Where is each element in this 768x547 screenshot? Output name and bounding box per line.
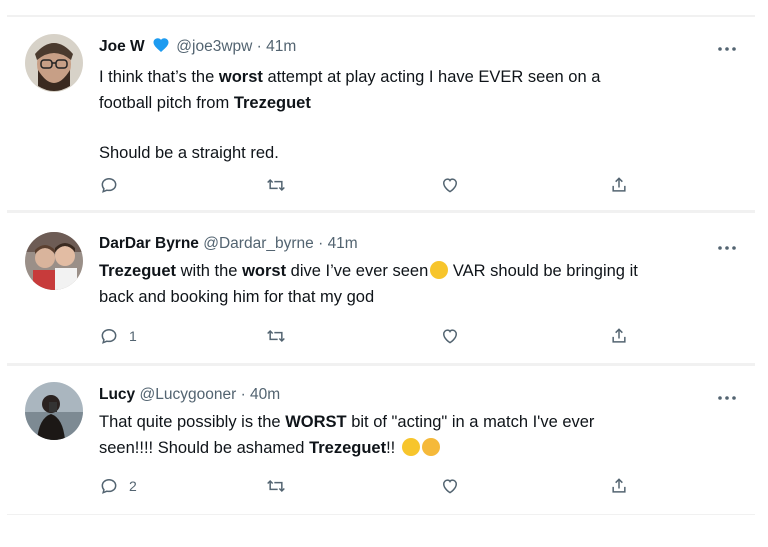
like-icon xyxy=(440,476,460,496)
tweet[interactable]: DarDar Byrne @Dardar_byrne · 41m Trezegu… xyxy=(7,213,755,363)
more-icon[interactable] xyxy=(717,39,737,53)
share-icon xyxy=(609,175,629,195)
display-name[interactable]: Joe W xyxy=(99,38,145,55)
reply-count: 2 xyxy=(129,478,137,494)
retweet-icon xyxy=(265,476,287,496)
avatar[interactable] xyxy=(25,382,83,440)
share-icon xyxy=(609,476,629,496)
retweet-icon xyxy=(265,326,287,346)
tweet[interactable]: Lucy @Lucygooner · 40m That quite possib… xyxy=(7,366,755,514)
reply-icon xyxy=(99,476,119,496)
reply-button[interactable]: 2 xyxy=(99,476,137,496)
rolling-on-floor-laughing-emoji xyxy=(430,261,449,279)
timestamp[interactable]: 40m xyxy=(250,386,280,403)
avatar[interactable] xyxy=(25,34,83,92)
like-button[interactable] xyxy=(440,175,460,195)
user-handle[interactable]: @joe3wpw xyxy=(176,38,252,55)
tweet-text: Trezeguet with the worst dive I’ve ever … xyxy=(99,261,638,306)
tweet-actions xyxy=(99,175,639,199)
user-handle[interactable]: @Lucygooner xyxy=(140,386,237,403)
reply-button[interactable] xyxy=(99,175,129,195)
retweet-icon xyxy=(265,175,287,195)
tweet-header: DarDar Byrne @Dardar_byrne · 41m xyxy=(99,234,737,254)
separator-dot: · xyxy=(256,38,262,55)
separator-dot: · xyxy=(318,235,324,252)
user-handle[interactable]: @Dardar_byrne xyxy=(203,235,314,252)
tweet-text: That quite possibly is the WORST bit of … xyxy=(99,413,595,457)
retweet-button[interactable] xyxy=(265,175,287,195)
reply-button[interactable]: 1 xyxy=(99,326,137,346)
retweet-button[interactable] xyxy=(265,326,287,346)
like-icon xyxy=(440,175,460,195)
face-screaming-emoji xyxy=(401,438,420,456)
share-icon xyxy=(609,326,629,346)
tweet-text: I think that’s the worst attempt at play… xyxy=(99,68,601,162)
reply-icon xyxy=(99,175,119,195)
more-icon[interactable] xyxy=(717,388,737,402)
timestamp[interactable]: 41m xyxy=(328,235,358,252)
tweet[interactable]: Joe W @joe3wpw · 41m I think that’s the … xyxy=(7,17,755,210)
reply-icon xyxy=(99,326,119,346)
verified-badge-icon xyxy=(152,36,170,60)
tweet-actions: 2 xyxy=(99,476,639,500)
share-button[interactable] xyxy=(609,476,629,496)
separator-dot: · xyxy=(240,386,246,403)
like-button[interactable] xyxy=(440,326,460,346)
tweet-header: Lucy @Lucygooner · 40m xyxy=(99,385,737,405)
timestamp[interactable]: 41m xyxy=(266,38,296,55)
retweet-button[interactable] xyxy=(265,476,287,496)
reply-count: 1 xyxy=(129,328,137,344)
avatar[interactable] xyxy=(25,232,83,290)
more-icon[interactable] xyxy=(717,238,737,252)
tweet-header: Joe W @joe3wpw · 41m xyxy=(99,36,737,60)
share-button[interactable] xyxy=(609,175,629,195)
display-name[interactable]: DarDar Byrne xyxy=(99,235,199,252)
share-button[interactable] xyxy=(609,326,629,346)
like-icon xyxy=(440,326,460,346)
flushed-face-emoji xyxy=(421,438,440,456)
like-button[interactable] xyxy=(440,476,460,496)
tweet-actions: 1 xyxy=(99,326,639,350)
display-name[interactable]: Lucy xyxy=(99,386,135,403)
